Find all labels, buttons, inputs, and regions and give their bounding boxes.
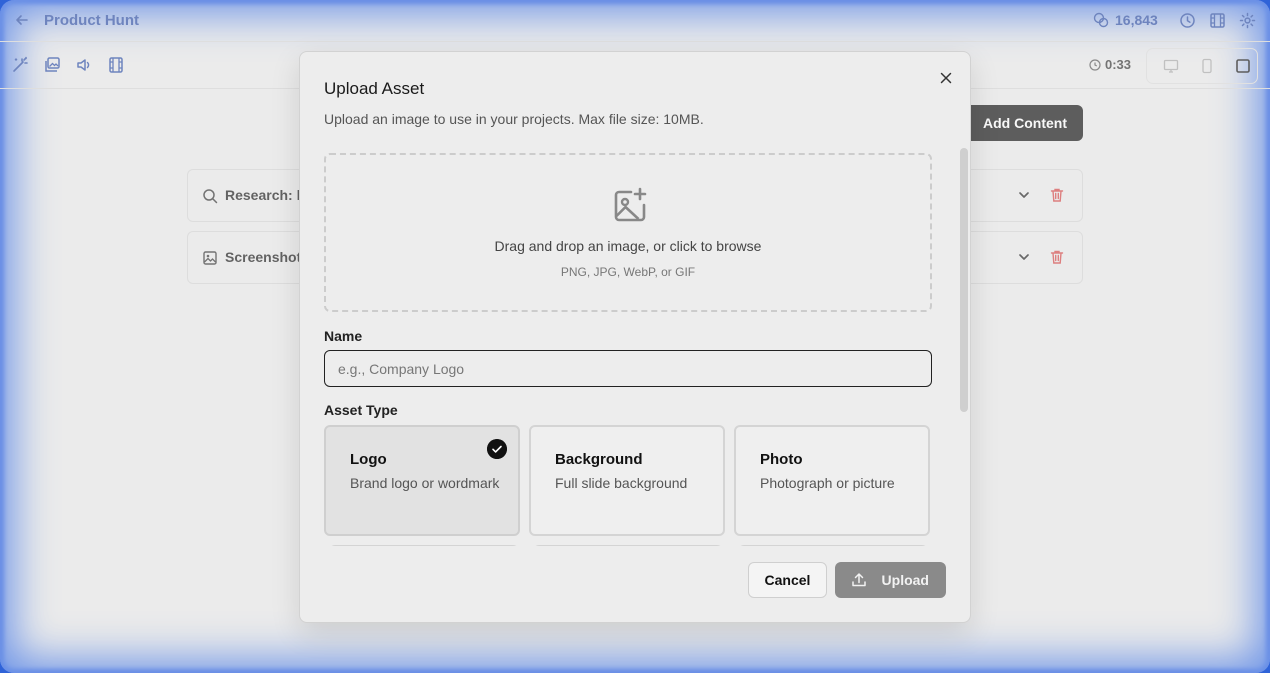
asset-type-desc: Brand logo or wordmark xyxy=(350,475,500,491)
asset-type-logo[interactable]: Logo Brand logo or wordmark xyxy=(324,425,520,536)
asset-type-desc: Full slide background xyxy=(555,475,688,491)
asset-type-title: Background xyxy=(555,451,643,468)
asset-type-title: Photo xyxy=(760,451,803,468)
asset-type-label: Asset Type xyxy=(324,402,398,418)
asset-type-background[interactable]: Background Full slide background xyxy=(529,425,725,536)
dialog-scroll-area[interactable]: Drag and drop an image, or click to brow… xyxy=(300,148,970,546)
image-dropzone[interactable]: Drag and drop an image, or click to brow… xyxy=(324,153,932,312)
asset-type-photo[interactable]: Photo Photograph or picture xyxy=(734,425,930,536)
upload-button[interactable]: Upload xyxy=(835,562,946,598)
dialog-footer: Cancel Upload xyxy=(300,546,970,622)
close-icon[interactable] xyxy=(939,71,953,85)
dialog-description: Upload an image to use in your projects.… xyxy=(324,111,704,127)
upload-button-label: Upload xyxy=(881,572,929,588)
asset-type-title: Logo xyxy=(350,451,387,468)
asset-type-desc: Photograph or picture xyxy=(760,475,895,491)
dialog-scrollbar[interactable] xyxy=(958,148,968,546)
asset-name-input[interactable] xyxy=(324,350,932,387)
image-plus-icon xyxy=(614,187,647,222)
dialog-title: Upload Asset xyxy=(324,79,425,98)
dropzone-instructions: Drag and drop an image, or click to brow… xyxy=(494,238,762,254)
app-window: Product Hunt 16,843 0:33 Add Content Res… xyxy=(0,0,1270,673)
upload-icon xyxy=(852,573,866,587)
name-label: Name xyxy=(324,328,363,344)
upload-asset-dialog: Upload Asset Upload an image to use in y… xyxy=(299,51,971,623)
scrollbar-thumb[interactable] xyxy=(960,148,968,412)
dropzone-formats: PNG, JPG, WebP, or GIF xyxy=(560,265,696,279)
cancel-button[interactable]: Cancel xyxy=(748,562,827,598)
check-icon xyxy=(487,439,507,459)
